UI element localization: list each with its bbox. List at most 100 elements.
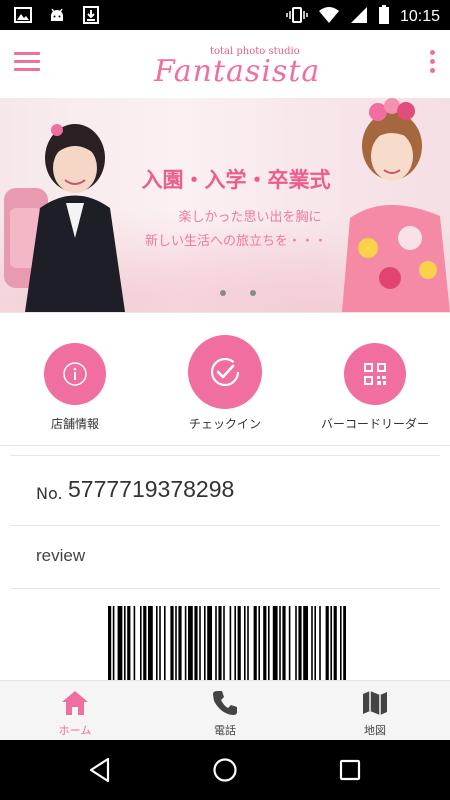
- barcode-bar: [330, 606, 332, 680]
- barcode-bar: [207, 606, 212, 680]
- barcode-bar: [108, 606, 112, 680]
- barcode-reader-button[interactable]: バーコードリーダー: [300, 313, 450, 445]
- wifi-icon: [318, 6, 340, 28]
- barcode-bar: [184, 606, 187, 680]
- checkin-label: チェックイン: [188, 417, 261, 431]
- battery-icon: [378, 5, 390, 29]
- qrcode-icon: [344, 343, 406, 405]
- map-icon: [363, 691, 387, 715]
- member-number: 5777719378298: [68, 476, 235, 502]
- barcode-bar: [188, 606, 193, 680]
- nav-phone[interactable]: 電話: [150, 681, 300, 741]
- home-button-icon[interactable]: [212, 757, 238, 783]
- barcode-bar: [268, 606, 270, 680]
- banner-subtitle-2: 新しい生活への旅立ちを・・・: [144, 234, 327, 249]
- promo-banner[interactable]: 入園・入学・卒業式 楽しかった思い出を胸に 新しい生活への旅立ちを・・・: [0, 98, 450, 312]
- banner-child-photo: [4, 124, 125, 312]
- app-logo: total photo studio Fantasista: [150, 42, 319, 92]
- barcode-bar: [343, 606, 346, 680]
- nav-home[interactable]: ホーム: [0, 681, 150, 741]
- barcode-bar: [204, 606, 206, 680]
- barcode-bar: [124, 606, 126, 680]
- barcode-bar: [148, 606, 153, 680]
- review-link[interactable]: review: [36, 546, 85, 566]
- barcode-bar: [170, 606, 174, 680]
- system-navigation-bar: [0, 740, 450, 800]
- barcode-bar: [164, 606, 166, 680]
- barcode-bar: [117, 606, 123, 680]
- barcode-bar: [244, 606, 246, 680]
- barcode-bar: [127, 606, 131, 680]
- barcode-bar: [229, 606, 232, 680]
- nav-phone-label: 電話: [214, 724, 236, 737]
- phone-icon: [213, 691, 237, 715]
- barcode-bar: [159, 606, 161, 680]
- divider: [10, 455, 440, 456]
- barcode-bar: [325, 606, 329, 680]
- banner-title: 入園・入学・卒業式: [141, 168, 331, 192]
- info-icon: [44, 343, 106, 405]
- image-icon: [14, 6, 32, 28]
- barcode-bar: [175, 606, 177, 680]
- barcode-bar: [143, 606, 147, 680]
- status-bar: 10:15: [0, 0, 450, 30]
- barcode-bar: [140, 606, 142, 680]
- menu-icon[interactable]: [14, 52, 40, 72]
- barcode-bar: [258, 606, 260, 680]
- barcode-bar: [194, 606, 198, 680]
- more-options-icon[interactable]: [430, 50, 436, 76]
- barcode-bar: [279, 606, 281, 680]
- back-icon[interactable]: [88, 757, 112, 783]
- banner-subtitle-1: 楽しかった思い出を胸に: [178, 210, 322, 225]
- barcode-bar: [218, 606, 222, 680]
- quick-actions: 店舗情報 チェックイン バーコードリーダー: [0, 312, 450, 446]
- divider: [10, 525, 440, 526]
- store-info-button[interactable]: 店舗情報: [0, 313, 150, 445]
- nav-map-label: 地図: [364, 724, 386, 737]
- barcode-bar: [237, 606, 241, 680]
- member-barcode: [108, 606, 346, 680]
- vibrate-icon: [286, 6, 308, 28]
- barcode-bar: [298, 606, 302, 680]
- android-icon: [48, 6, 66, 28]
- app-bar: total photo studio Fantasista: [0, 30, 450, 98]
- logo-wordmark: Fantasista: [154, 54, 321, 89]
- barcode-bar: [295, 606, 297, 680]
- barcode-bar: [272, 606, 278, 680]
- barcode-bar: [253, 606, 257, 680]
- barcode-bar: [178, 606, 182, 680]
- bottom-navigation: ホーム 電話 地図: [0, 680, 450, 741]
- barcode-bar: [314, 606, 316, 680]
- barcode-bar: [311, 606, 313, 680]
- nav-map[interactable]: 地図: [300, 681, 450, 741]
- member-number-label: No.: [36, 484, 63, 503]
- carousel-indicator[interactable]: [220, 290, 256, 296]
- barcode-bar: [223, 606, 225, 680]
- banner-kimono-photo: [342, 98, 450, 312]
- status-time: 10:15: [399, 8, 440, 25]
- recents-icon[interactable]: [339, 759, 361, 781]
- barcode-bar: [319, 606, 321, 680]
- signal-icon: [350, 6, 368, 28]
- barcode-reader-label: バーコードリーダー: [320, 417, 429, 431]
- barcode-bar: [303, 606, 308, 680]
- barcode-bar: [199, 606, 201, 680]
- barcode-bar: [263, 606, 267, 680]
- barcode-bar: [333, 606, 337, 680]
- checkin-button[interactable]: チェックイン: [150, 313, 300, 445]
- checkmark-icon: [188, 335, 262, 409]
- carousel-dot[interactable]: [220, 290, 226, 296]
- barcode-bar: [112, 606, 115, 680]
- barcode-bar: [234, 606, 236, 680]
- nav-home-label: ホーム: [58, 724, 92, 737]
- divider: [10, 588, 440, 589]
- barcode-bar: [340, 606, 342, 680]
- home-icon: [62, 691, 88, 715]
- barcode-bar: [288, 606, 291, 680]
- download-icon: [82, 6, 100, 28]
- barcode-bar: [156, 606, 158, 680]
- barcode-bar: [215, 606, 217, 680]
- barcode-bar: [282, 606, 286, 680]
- barcode-bar: [133, 606, 136, 680]
- carousel-dot[interactable]: [250, 290, 256, 296]
